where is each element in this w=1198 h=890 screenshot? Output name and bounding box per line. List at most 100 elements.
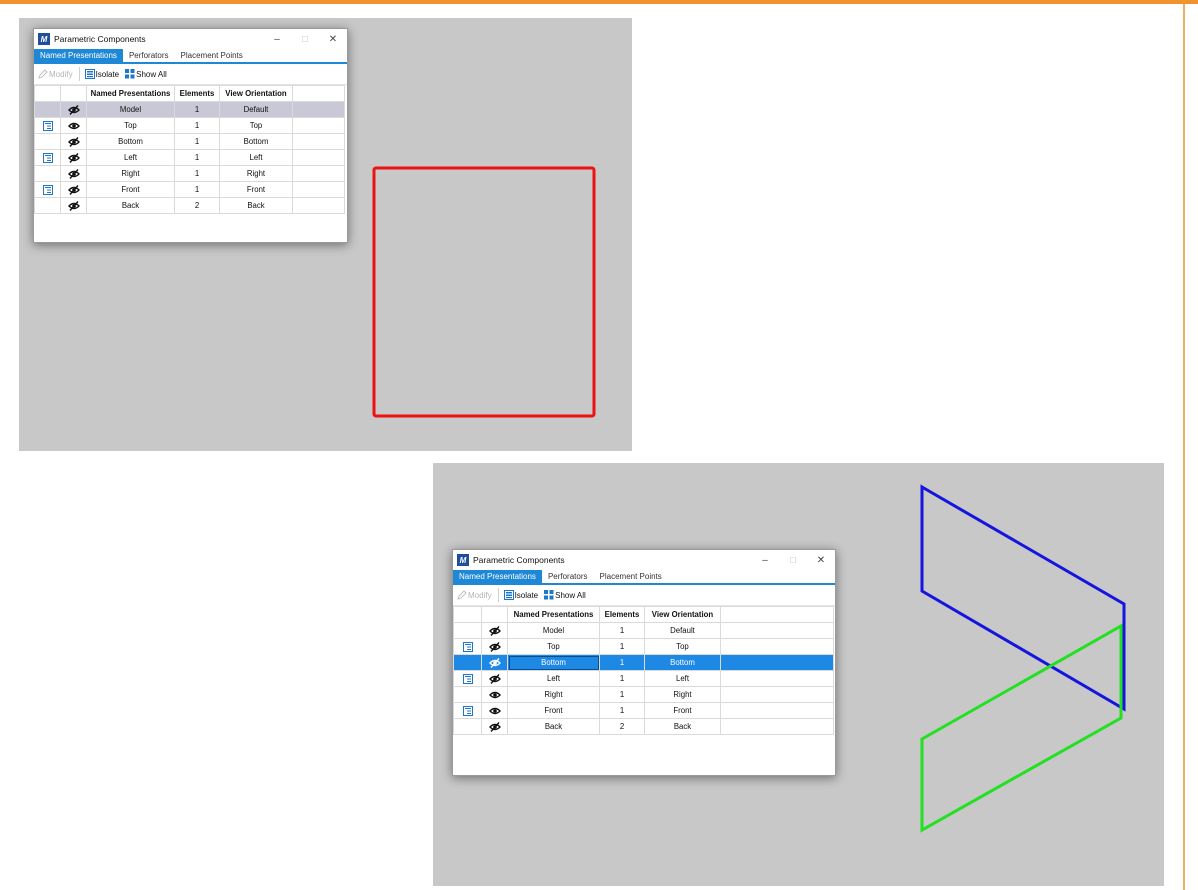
top-viewport[interactable]: M Parametric Components – □ ✕ Named Pres… (19, 18, 632, 451)
flag-cell[interactable] (453, 670, 482, 687)
orientation-cell[interactable]: Right (644, 686, 721, 703)
table-row[interactable]: Model 1 Default (34, 101, 345, 118)
name-cell[interactable]: Bottom (507, 654, 600, 671)
table-row[interactable]: Front 1 Front (453, 702, 834, 719)
table-row[interactable]: Right 1 Right (34, 165, 345, 182)
name-cell[interactable]: Top (507, 638, 600, 655)
eye-off-icon[interactable] (488, 673, 501, 684)
presentation-flag-icon[interactable] (42, 184, 53, 195)
flag-cell[interactable] (453, 702, 482, 719)
titlebar[interactable]: M Parametric Components – □ ✕ (34, 29, 347, 49)
table-row[interactable]: Left 1 Left (34, 149, 345, 166)
flag-cell[interactable] (453, 686, 482, 703)
orientation-column-header[interactable]: View Orientation (219, 85, 293, 102)
name-cell[interactable]: Left (86, 149, 175, 166)
name-cell[interactable]: Model (507, 622, 600, 639)
orientation-cell[interactable]: Front (644, 702, 721, 719)
name-cell[interactable]: Top (86, 117, 175, 134)
eye-icon[interactable] (488, 706, 501, 716)
flag-cell[interactable] (453, 622, 482, 639)
name-cell[interactable]: Front (507, 702, 600, 719)
eye-off-icon[interactable] (67, 104, 80, 115)
visibility-cell[interactable] (481, 718, 508, 735)
orientation-cell[interactable]: Default (219, 101, 293, 118)
tab-perforators[interactable]: Perforators (542, 570, 594, 583)
name-cell[interactable]: Right (507, 686, 600, 703)
bottom-viewport[interactable]: M Parametric Components – □ ✕ Named Pres… (433, 463, 1164, 886)
name-column-header[interactable]: Named Presentations (86, 85, 175, 102)
orientation-cell[interactable]: Front (219, 181, 293, 198)
table-row[interactable]: Bottom 1 Bottom (453, 654, 834, 671)
table-row[interactable]: Top 1 Top (453, 638, 834, 655)
name-column-header[interactable]: Named Presentations (507, 606, 600, 623)
visibility-cell[interactable] (60, 197, 87, 214)
tab-placement-points[interactable]: Placement Points (594, 570, 668, 583)
visibility-cell[interactable] (60, 101, 87, 118)
eye-off-icon[interactable] (67, 168, 80, 179)
modify-button[interactable]: Modify (38, 69, 73, 79)
eye-off-icon[interactable] (488, 657, 501, 668)
tab-perforators[interactable]: Perforators (123, 49, 175, 62)
elements-column-header[interactable]: Elements (174, 85, 220, 102)
eye-icon[interactable] (67, 121, 80, 131)
orientation-cell[interactable]: Right (219, 165, 293, 182)
modify-button[interactable]: Modify (457, 590, 492, 600)
isolate-button[interactable]: Isolate (503, 590, 538, 600)
tab-named-presentations[interactable]: Named Presentations (34, 49, 123, 62)
table-row[interactable]: Back 2 Back (34, 197, 345, 214)
presentation-flag-icon[interactable] (462, 641, 473, 652)
flag-cell[interactable] (453, 718, 482, 735)
eye-off-icon[interactable] (488, 625, 501, 636)
flag-cell[interactable] (34, 117, 61, 134)
visibility-cell[interactable] (60, 117, 87, 134)
orientation-cell[interactable]: Top (219, 117, 293, 134)
orientation-cell[interactable]: Bottom (644, 654, 721, 671)
table-row[interactable]: Model 1 Default (453, 622, 834, 639)
eye-off-icon[interactable] (67, 200, 80, 211)
visibility-cell[interactable] (481, 654, 508, 671)
show-all-button[interactable]: Show All (544, 590, 586, 600)
tab-named-presentations[interactable]: Named Presentations (453, 570, 542, 583)
orientation-cell[interactable]: Back (219, 197, 293, 214)
orientation-cell[interactable]: Top (644, 638, 721, 655)
name-cell[interactable]: Back (86, 197, 175, 214)
presentation-flag-icon[interactable] (462, 705, 473, 716)
elements-column-header[interactable]: Elements (599, 606, 645, 623)
minimize-button[interactable]: – (263, 29, 291, 49)
eye-off-icon[interactable] (488, 641, 501, 652)
tab-placement-points[interactable]: Placement Points (175, 49, 249, 62)
orientation-cell[interactable]: Bottom (219, 133, 293, 150)
flag-cell[interactable] (453, 654, 482, 671)
maximize-button[interactable]: □ (779, 550, 807, 570)
name-cell[interactable]: Bottom (86, 133, 175, 150)
flag-cell[interactable] (34, 149, 61, 166)
close-button[interactable]: ✕ (807, 550, 835, 570)
table-row[interactable]: Left 1 Left (453, 670, 834, 687)
show-all-button[interactable]: Show All (125, 69, 167, 79)
visibility-cell[interactable] (481, 686, 508, 703)
visibility-cell[interactable] (481, 622, 508, 639)
table-row[interactable]: Bottom 1 Bottom (34, 133, 345, 150)
maximize-button[interactable]: □ (291, 29, 319, 49)
orientation-cell[interactable]: Back (644, 718, 721, 735)
table-row[interactable]: Right 1 Right (453, 686, 834, 703)
name-cell[interactable]: Left (507, 670, 600, 687)
eye-off-icon[interactable] (488, 721, 501, 732)
flag-cell[interactable] (34, 197, 61, 214)
table-row[interactable]: Front 1 Front (34, 181, 345, 198)
orientation-cell[interactable]: Default (644, 622, 721, 639)
orientation-cell[interactable]: Left (644, 670, 721, 687)
flag-cell[interactable] (34, 101, 61, 118)
name-cell[interactable]: Model (86, 101, 175, 118)
presentation-flag-icon[interactable] (462, 673, 473, 684)
close-button[interactable]: ✕ (319, 29, 347, 49)
titlebar[interactable]: M Parametric Components – □ ✕ (453, 550, 835, 570)
visibility-cell[interactable] (60, 165, 87, 182)
visibility-cell[interactable] (60, 133, 87, 150)
orientation-cell[interactable]: Left (219, 149, 293, 166)
flag-cell[interactable] (34, 133, 61, 150)
eye-icon[interactable] (488, 690, 501, 700)
visibility-cell[interactable] (60, 181, 87, 198)
eye-off-icon[interactable] (67, 152, 80, 163)
name-cell[interactable]: Right (86, 165, 175, 182)
